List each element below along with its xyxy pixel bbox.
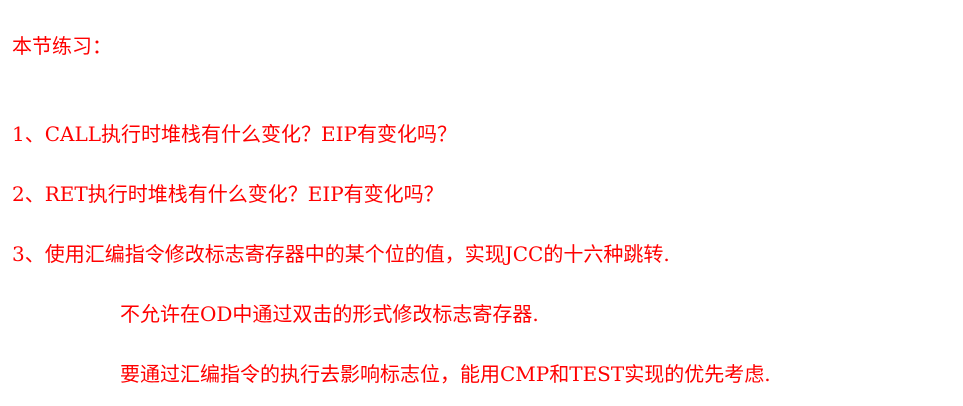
section-title: 本节练习： [12,34,112,58]
question-2: 2、RET执行时堆栈有什么变化？EIP有变化吗？ [12,182,444,206]
question-3: 3、使用汇编指令修改标志寄存器中的某个位的值，实现JCC的十六种跳转. [12,242,670,266]
note-2: 要通过汇编指令的执行去影响标志位，能用CMP和TEST实现的优先考虑. [120,362,771,386]
question-1: 1、CALL执行时堆栈有什么变化？EIP有变化吗？ [12,122,457,146]
note-1: 不允许在OD中通过双击的形式修改标志寄存器. [120,302,539,326]
